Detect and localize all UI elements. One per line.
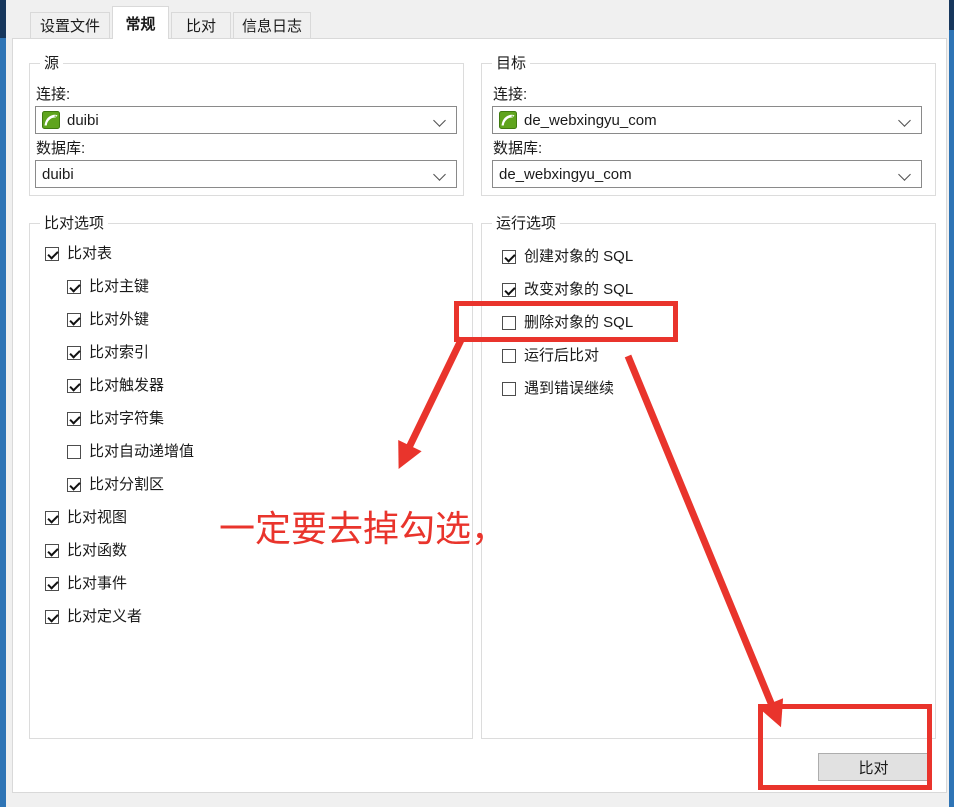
tab-content-panel: 源 连接: duibi 数据库: duibi (12, 38, 947, 793)
checkbox-row-drop-sql: 删除对象的 SQL (502, 313, 935, 333)
source-database-label: 数据库: (36, 140, 457, 158)
tab-settings-file[interactable]: 设置文件 (30, 12, 110, 38)
checkbox[interactable] (502, 250, 516, 264)
checkbox-label: 比对事件 (67, 574, 127, 594)
checkbox-row-continue-on-error: 遇到错误继续 (502, 379, 935, 399)
tab-info-log[interactable]: 信息日志 (233, 12, 311, 38)
checkbox-label: 比对外键 (89, 310, 149, 330)
tab-general[interactable]: 常规 (112, 6, 169, 39)
checkbox-row-trigger: 比对触发器 (67, 376, 472, 396)
checkbox-label: 比对函数 (67, 541, 127, 561)
chevron-down-icon (898, 114, 911, 127)
checkbox-label: 改变对象的 SQL (524, 280, 633, 300)
checkbox[interactable] (67, 346, 81, 360)
checkbox-row-view: 比对视图 (45, 508, 472, 528)
checkbox-row-primary-key: 比对主键 (67, 277, 472, 297)
checkbox-row-event: 比对事件 (45, 574, 472, 594)
run-options-group: 运行选项 创建对象的 SQL 改变对象的 SQL 删除对象的 SQL (481, 223, 936, 739)
target-database-label: 数据库: (493, 140, 922, 158)
checkbox[interactable] (45, 577, 59, 591)
target-connection-label: 连接: (493, 86, 922, 104)
checkbox-row-foreign-key: 比对外键 (67, 310, 472, 330)
compare-button[interactable]: 比对 (818, 753, 929, 781)
checkbox-row-function: 比对函数 (45, 541, 472, 561)
checkbox-label: 删除对象的 SQL (524, 313, 633, 333)
checkbox-row-create-sql: 创建对象的 SQL (502, 247, 935, 267)
combo-value: duibi (42, 166, 74, 183)
mysql-connection-icon (42, 111, 60, 129)
checkbox-label: 运行后比对 (524, 346, 599, 366)
mysql-connection-icon (499, 111, 517, 129)
checkbox-label: 比对表 (67, 244, 112, 264)
checkbox[interactable] (67, 313, 81, 327)
chevron-down-icon (898, 168, 911, 181)
checkbox-label: 比对字符集 (89, 409, 164, 429)
combo-value: de_webxingyu_com (499, 166, 632, 183)
background-window-edge-right (949, 0, 954, 807)
target-group: 目标 连接: de_webxingyu_com 数据库: d (481, 63, 936, 196)
checkbox-row-charset: 比对字符集 (67, 409, 472, 429)
checkbox-row-definer: 比对定义者 (45, 607, 472, 627)
checkbox-label: 比对定义者 (67, 607, 142, 627)
run-options-title: 运行选项 (492, 215, 560, 232)
checkbox-row-compare-after-run: 运行后比对 (502, 346, 935, 366)
checkbox-row-index: 比对索引 (67, 343, 472, 363)
checkbox[interactable] (67, 445, 81, 459)
checkbox-label: 比对自动递增值 (89, 442, 194, 462)
target-database-select[interactable]: de_webxingyu_com (492, 160, 922, 188)
checkbox[interactable] (502, 283, 516, 297)
target-group-title: 目标 (492, 55, 530, 72)
checkbox-label: 比对索引 (89, 343, 149, 363)
checkbox[interactable] (45, 511, 59, 525)
checkbox[interactable] (45, 247, 59, 261)
checkbox[interactable] (67, 478, 81, 492)
checkbox-label: 比对分割区 (89, 475, 164, 495)
source-database-select[interactable]: duibi (35, 160, 457, 188)
checkbox-label: 创建对象的 SQL (524, 247, 633, 267)
structure-sync-dialog: 设置文件 常规 比对 信息日志 源 连接: duibi (0, 0, 954, 807)
chevron-down-icon (433, 168, 446, 181)
source-group-title: 源 (40, 55, 63, 72)
checkbox-label: 比对触发器 (89, 376, 164, 396)
checkbox-row-auto-increment: 比对自动递增值 (67, 442, 472, 462)
source-connection-select[interactable]: duibi (35, 106, 457, 134)
checkbox-label: 遇到错误继续 (524, 379, 614, 399)
checkbox[interactable] (502, 349, 516, 363)
target-connection-select[interactable]: de_webxingyu_com (492, 106, 922, 134)
compare-options-title: 比对选项 (40, 215, 108, 232)
checkbox-row-compare-table: 比对表 (45, 244, 472, 264)
dialog-body: 设置文件 常规 比对 信息日志 源 连接: duibi (6, 0, 949, 807)
checkbox[interactable] (45, 544, 59, 558)
source-connection-label: 连接: (36, 86, 457, 104)
checkbox-row-alter-sql: 改变对象的 SQL (502, 280, 935, 300)
checkbox[interactable] (502, 382, 516, 396)
compare-options-group: 比对选项 比对表 比对主键 比对外键 (29, 223, 473, 739)
combo-value: de_webxingyu_com (524, 112, 657, 129)
checkbox[interactable] (67, 280, 81, 294)
checkbox[interactable] (67, 379, 81, 393)
chevron-down-icon (433, 114, 446, 127)
checkbox[interactable] (502, 316, 516, 330)
checkbox-row-partition: 比对分割区 (67, 475, 472, 495)
checkbox-label: 比对主键 (89, 277, 149, 297)
tab-compare[interactable]: 比对 (171, 12, 231, 38)
source-group: 源 连接: duibi 数据库: duibi (29, 63, 464, 196)
checkbox[interactable] (45, 610, 59, 624)
checkbox[interactable] (67, 412, 81, 426)
checkbox-label: 比对视图 (67, 508, 127, 528)
combo-value: duibi (67, 112, 99, 129)
